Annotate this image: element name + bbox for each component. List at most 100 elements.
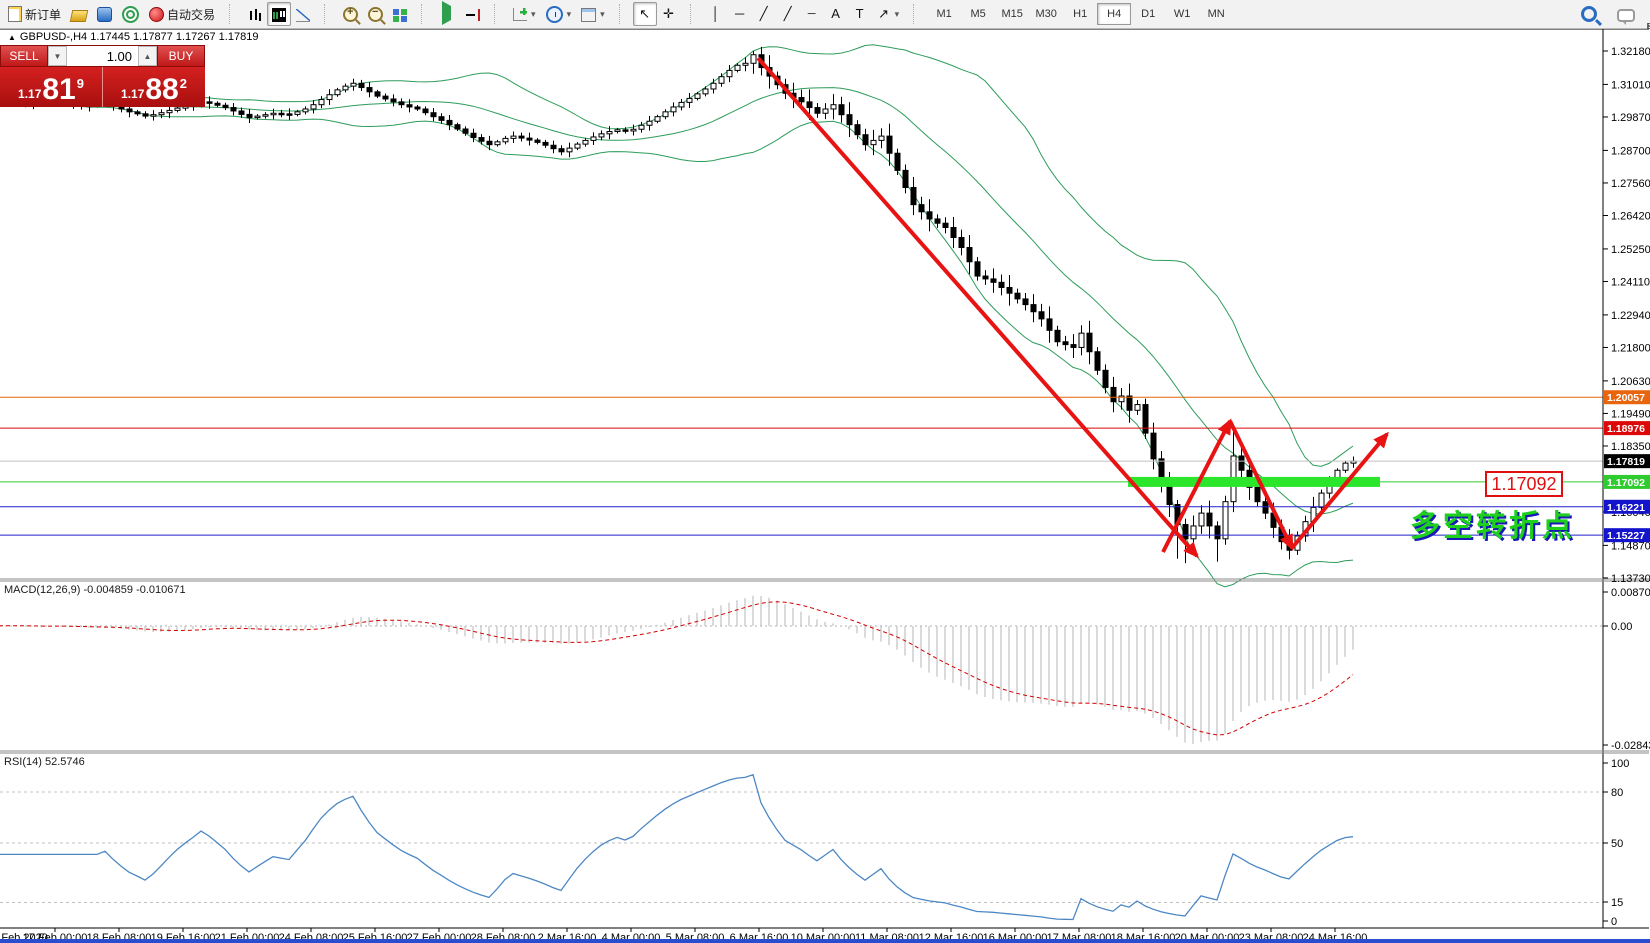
price-callout-box[interactable]: 1.17092 [1485,471,1563,497]
channel-tool[interactable]: ╱E [776,2,800,26]
vertical-line-icon: │ [709,6,723,22]
toolbar-separator [421,4,429,24]
buy-button[interactable]: BUY [157,45,205,67]
horizontal-line-tool[interactable]: ─ [728,2,752,26]
timeframe-d1[interactable]: D1 [1131,3,1165,25]
tile-windows-button[interactable] [388,2,412,26]
signals-button[interactable] [117,2,144,26]
zoom-in-button[interactable] [338,2,363,26]
indicator-panes [0,596,1603,920]
chat-button[interactable] [1612,2,1640,26]
autotrade-label: 自动交易 [167,6,215,23]
svg-text:1.17819: 1.17819 [1607,456,1645,468]
drawn-annotations[interactable] [758,58,1387,556]
bar-chart-button[interactable] [243,2,267,26]
vertical-line-tool[interactable]: │ [704,2,728,26]
svg-text:1.18976: 1.18976 [1607,423,1645,435]
svg-text:0: 0 [1611,916,1617,928]
templates-button[interactable]: ▾ [576,2,610,26]
accounts-button[interactable] [92,2,117,26]
chart-shift-icon [466,9,480,21]
trendline-tool[interactable]: ╱ [752,2,776,26]
candlestick-chart-button[interactable] [267,2,291,26]
trend-arrow-1[interactable] [758,58,1197,556]
label-icon: T [853,6,867,22]
cursor-tool-button[interactable]: ↖ [633,2,657,26]
bid-price-panel[interactable]: 1.17 81 9 [0,67,103,107]
svg-text:15: 15 [1611,897,1623,909]
price-tick: 1.13730 [1611,573,1650,585]
volume-increase-button[interactable]: ▲ [138,46,157,66]
line-chart-button[interactable] [291,2,315,26]
ask-price-big: 88 [145,77,178,103]
autotrade-button[interactable]: 自动交易 [144,2,220,26]
toolbar-separator [913,4,921,24]
svg-text:0.008707: 0.008707 [1611,587,1650,599]
ask-price-panel[interactable]: 1.17 88 2 [103,67,205,107]
svg-text:1.15227: 1.15227 [1607,530,1645,542]
zoom-out-button[interactable] [363,2,388,26]
bb-lower [9,102,1353,587]
search-button[interactable] [1576,2,1602,26]
label-tool[interactable]: T [848,2,872,26]
macd-signal-line [0,602,1353,735]
timeframe-h1[interactable]: H1 [1063,3,1097,25]
timeframe-m5[interactable]: M5 [961,3,995,25]
timeframe-m15[interactable]: M15 [995,3,1029,25]
price-tick: 1.27560 [1611,178,1650,190]
sell-button[interactable]: SELL [0,45,48,67]
volume-input[interactable] [67,46,138,66]
indicators-button[interactable]: ▾ [508,2,541,26]
timeframe-h4[interactable]: H4 [1097,3,1131,25]
toolbar-separator [324,4,332,24]
price-tick: 1.21800 [1611,342,1650,354]
shapes-tool[interactable]: ↗▾ [872,2,905,26]
timeframe-m30[interactable]: M30 [1029,3,1063,25]
trend-arrow-4[interactable] [1292,434,1387,548]
ask-price-prefix: 1.17 [121,87,144,101]
periods-button[interactable]: ▾ [541,2,577,26]
clock-icon [546,6,563,23]
chart-shift-button[interactable] [461,2,485,26]
toolbar-separator [229,4,237,24]
auto-scroll-button[interactable] [435,2,461,26]
chevron-down-icon: ▾ [600,9,605,20]
signal-icon [122,6,139,23]
bid-price-big: 81 [42,77,75,103]
price-tick: 1.24110 [1611,276,1650,288]
svg-text:1.17092: 1.17092 [1607,477,1645,489]
new-order-button[interactable]: 新订单 [3,2,66,26]
pivot-annotation-text[interactable]: 多空转折点 [1410,501,1575,545]
timeframe-w1[interactable]: W1 [1165,3,1199,25]
timeframe-mn[interactable]: MN [1199,3,1233,25]
chart-ohlc-header: ▲GBPUSD-,H4 1.17445 1.17877 1.17267 1.17… [8,31,258,43]
price-tick: 1.28700 [1611,145,1650,157]
new-order-label: 新订单 [25,6,61,23]
price-tick: 1.32180 [1611,46,1650,58]
candlestick-icon [272,8,286,22]
new-order-icon [8,6,22,22]
svg-text:-0.028436: -0.028436 [1611,740,1650,752]
svg-text:0.00: 0.00 [1611,621,1632,633]
timeframe-m1[interactable]: M1 [927,3,961,25]
price-tick: 1.22940 [1611,310,1650,322]
fibonacci-tool[interactable]: ─F [800,2,824,26]
volume-decrease-button[interactable]: ▼ [48,46,67,66]
chart-canvas[interactable]: 0.0087070.00-0.02843610080501501.321801.… [0,0,1650,943]
collapse-arrow-icon: ▲ [8,33,16,42]
crosshair-tool-button[interactable]: ✛ [657,2,681,26]
crosshair-icon: ✛ [662,6,676,22]
svg-text:80: 80 [1611,787,1623,799]
text-tool[interactable]: A [824,2,848,26]
shapes-icon: ↗ [877,6,891,22]
price-tick: 1.26420 [1611,211,1650,223]
bar-chart-icon [248,9,262,22]
price-tick: 1.18350 [1611,441,1650,453]
market-watch-button[interactable] [66,2,92,26]
axes: 0.0087070.00-0.02843610080501501.321801.… [0,29,1650,943]
channel-icon: ╱ [781,6,795,22]
bid-price-pip: 9 [77,76,84,91]
price-tick: 1.29870 [1611,112,1650,124]
timeframe-group: M1M5M15M30H1H4D1W1MN [924,2,1236,26]
toolbar: 新订单 自动交易 ▾ ▾ ▾ ↖ ✛ │ ─ ╱ ╱E [0,0,1650,29]
